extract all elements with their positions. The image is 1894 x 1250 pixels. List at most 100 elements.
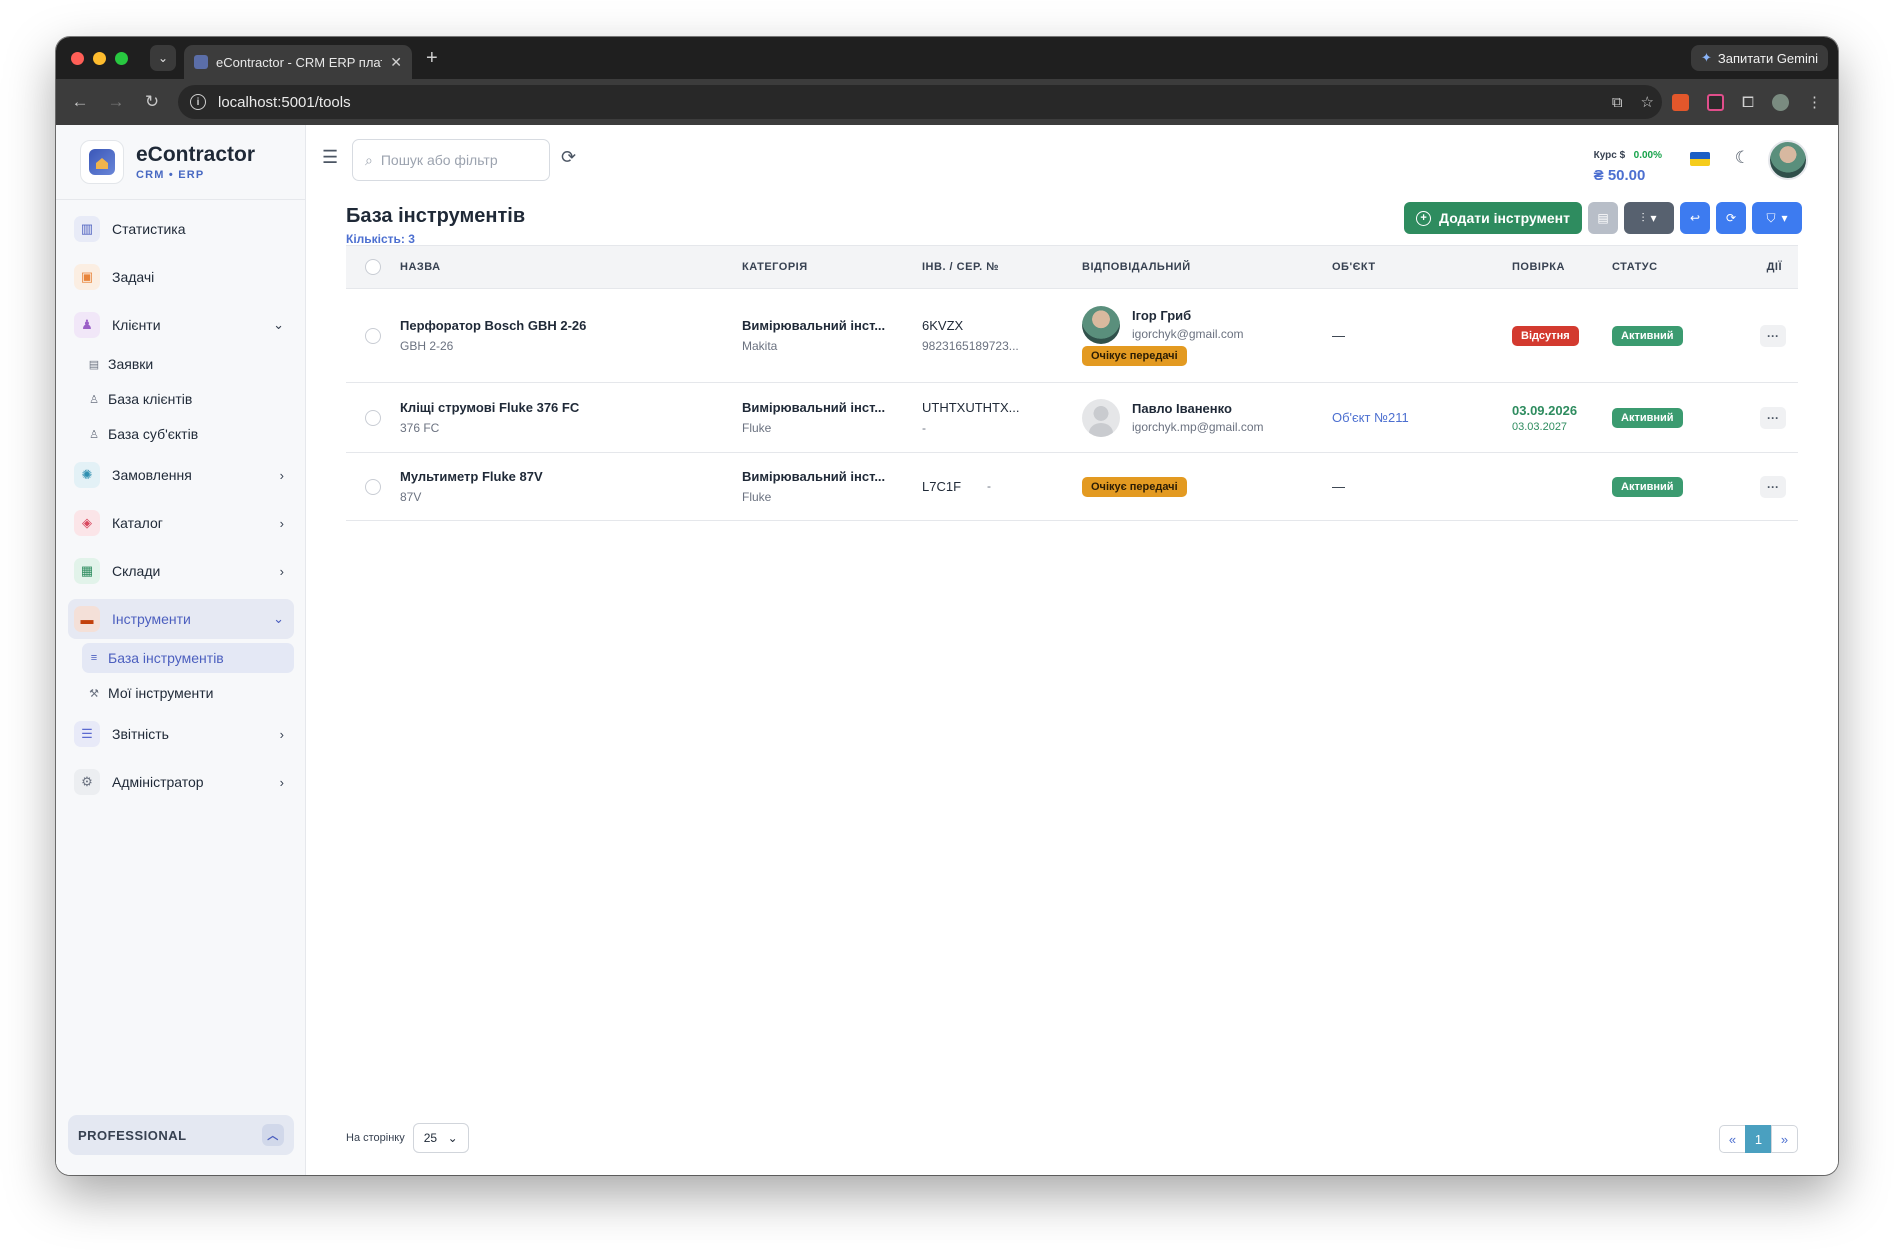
sidebar-item-reports[interactable]: ☰ Звітність › bbox=[68, 714, 294, 754]
sidebar-item-warehouses[interactable]: ▦ Склади › bbox=[68, 551, 294, 591]
maximize-window-button[interactable] bbox=[115, 51, 128, 65]
warehouse-icon: ▦ bbox=[74, 558, 100, 584]
refresh-icon: ⟳ bbox=[1725, 211, 1737, 225]
new-tab-button[interactable]: + bbox=[426, 47, 438, 70]
row-checkbox[interactable] bbox=[365, 327, 381, 344]
plan-card[interactable]: PROFESSIONAL ︿ bbox=[68, 1115, 294, 1155]
profile-icon[interactable] bbox=[1772, 93, 1789, 111]
column-header-name[interactable]: НАЗВА bbox=[400, 261, 742, 273]
report-icon: ☰ bbox=[74, 721, 100, 747]
minimize-window-button[interactable] bbox=[93, 51, 106, 65]
tab-search-button[interactable]: ⌄ bbox=[150, 45, 176, 71]
browser-menu-icon[interactable]: ⋮ bbox=[1807, 93, 1822, 111]
column-header-responsible[interactable]: ВІДПОВІДАЛЬНИЙ bbox=[1082, 261, 1332, 273]
sidebar-item-label: Статистика bbox=[112, 221, 186, 237]
column-header-verification[interactable]: ПОВІРКА bbox=[1512, 261, 1612, 273]
select-all-checkbox[interactable] bbox=[365, 259, 381, 275]
sidebar-subitem-requests[interactable]: ▤ Заявки bbox=[68, 349, 294, 379]
sidebar-subitem-my-tools[interactable]: ⚒ Мої інструменти bbox=[68, 678, 294, 708]
sidebar-item-catalog[interactable]: ◈ Каталог › bbox=[68, 503, 294, 543]
row-checkbox[interactable] bbox=[365, 478, 381, 495]
sliders-icon: ⫶ bbox=[1641, 210, 1645, 225]
row-actions-button[interactable]: ··· bbox=[1760, 324, 1786, 347]
inventory-number: L7C1F bbox=[922, 479, 962, 494]
sidebar-item-orders[interactable]: ✺ Замовлення › bbox=[68, 455, 294, 495]
extension-red-icon[interactable] bbox=[1671, 93, 1689, 111]
sidebar-subitem-client-base[interactable]: ♙ База клієнтів bbox=[68, 384, 294, 414]
filter-button[interactable]: ⛉ ▾ bbox=[1752, 202, 1802, 234]
requests-icon: ▤ bbox=[88, 358, 100, 371]
column-header-status[interactable]: СТАТУС bbox=[1612, 261, 1742, 273]
hamburger-menu-icon[interactable]: ☰ bbox=[322, 147, 338, 168]
figma-icon[interactable] bbox=[1706, 93, 1724, 111]
row-checkbox[interactable] bbox=[365, 409, 381, 426]
tools-submenu: ≡ База інструментів ⚒ Мої інструменти bbox=[68, 643, 294, 708]
search-input[interactable] bbox=[380, 152, 521, 168]
sidebar-item-statistics[interactable]: ▥ Статистика bbox=[68, 209, 294, 249]
install-app-icon[interactable]: ⧉ bbox=[1612, 94, 1623, 111]
sidebar-item-admin[interactable]: ⚙ Адміністратор › bbox=[68, 762, 294, 802]
gemini-button[interactable]: ✦ Запитати Gemini bbox=[1690, 45, 1828, 71]
toolbox-icon: ▬ bbox=[74, 606, 100, 632]
rate-change: 0.00% bbox=[1633, 150, 1662, 161]
table-row[interactable]: Перфоратор Bosch GBH 2-26 GBH 2-26 Вимір… bbox=[346, 289, 1798, 383]
bookmark-star-icon[interactable]: ☆ bbox=[1641, 93, 1654, 111]
refresh-icon[interactable]: ⟳ bbox=[561, 147, 576, 168]
sidebar-item-tasks[interactable]: ▣ Задачі bbox=[68, 257, 294, 297]
sidebar-subitem-subjects[interactable]: ♙ База суб'єктів bbox=[68, 419, 294, 449]
refresh-table-button[interactable]: ⟳ bbox=[1716, 202, 1746, 234]
chevron-right-icon: › bbox=[279, 467, 284, 483]
brand[interactable]: eContractor CRM • ERP bbox=[80, 140, 255, 184]
object-value: — bbox=[1332, 328, 1345, 343]
prev-page-button[interactable]: « bbox=[1719, 1125, 1746, 1153]
column-header-category[interactable]: КАТЕГОРІЯ bbox=[742, 261, 922, 273]
column-header-inventory[interactable]: ІНВ. / СЕР. № bbox=[922, 261, 1082, 273]
sidebar-subitem-label: База клієнтів bbox=[108, 391, 193, 407]
tab-close-icon[interactable]: ✕ bbox=[390, 54, 402, 71]
forward-arrow-icon[interactable]: → bbox=[98, 92, 134, 112]
row-actions-button[interactable]: ··· bbox=[1760, 475, 1786, 498]
add-tool-button[interactable]: + Додати інструмент bbox=[1404, 202, 1582, 234]
per-page-select[interactable]: 25 ⌄ bbox=[412, 1123, 469, 1153]
chevron-up-icon[interactable]: ︿ bbox=[262, 1124, 284, 1146]
browser-window: ⌄ eContractor - CRM ERP плат ✕ + ✦ Запит… bbox=[56, 37, 1838, 1175]
column-header-object[interactable]: ОБ'ЄКТ bbox=[1332, 261, 1512, 273]
tool-category: Вимірювальний інст... bbox=[742, 469, 886, 484]
sidebar-item-tools[interactable]: ▬ Інструменти ⌄ bbox=[68, 599, 294, 639]
sidebar-item-clients[interactable]: ♟ Клієнти ⌄ bbox=[68, 305, 294, 345]
undo-button[interactable]: ↩ bbox=[1680, 202, 1710, 234]
table-header: НАЗВА КАТЕГОРІЯ ІНВ. / СЕР. № ВІДПОВІДАЛ… bbox=[346, 245, 1798, 289]
tool-name[interactable]: Мультиметр Fluke 87V bbox=[400, 469, 742, 484]
sidebar-subitem-label: Заявки bbox=[108, 356, 154, 372]
tool-name[interactable]: Кліщі струмові Fluke 376 FC bbox=[400, 400, 742, 415]
page-button[interactable]: 1 bbox=[1745, 1125, 1772, 1153]
user-avatar[interactable] bbox=[1768, 140, 1808, 180]
ukraine-flag-icon[interactable] bbox=[1690, 152, 1710, 166]
row-actions-button[interactable]: ··· bbox=[1760, 406, 1786, 429]
url-field[interactable]: i localhost:5001/tools ⧉ ☆ bbox=[178, 85, 1662, 119]
chevron-right-icon: › bbox=[279, 563, 284, 579]
search-box[interactable]: ⌕ bbox=[352, 139, 550, 181]
browser-tab[interactable]: eContractor - CRM ERP плат ✕ bbox=[184, 45, 412, 79]
tool-model: GBH 2-26 bbox=[400, 339, 454, 353]
dark-mode-moon-icon[interactable]: ☾ bbox=[1735, 148, 1750, 168]
users-icon: ♟ bbox=[74, 312, 100, 338]
document-icon: ▤ bbox=[1597, 211, 1609, 225]
export-button[interactable]: ▤ bbox=[1588, 202, 1618, 234]
object-link[interactable]: Об'єкт №211 bbox=[1332, 410, 1409, 425]
tool-name[interactable]: Перфоратор Bosch GBH 2-26 bbox=[400, 318, 742, 333]
sidebar-subitem-tool-base[interactable]: ≡ База інструментів bbox=[82, 643, 294, 673]
next-page-button[interactable]: » bbox=[1771, 1125, 1798, 1153]
back-arrow-icon[interactable]: ← bbox=[62, 92, 98, 112]
extensions-puzzle-icon[interactable]: ⧠ bbox=[1742, 94, 1754, 111]
users-icon: ♙ bbox=[89, 393, 99, 406]
sparkle-icon: ✦ bbox=[1700, 50, 1712, 65]
reload-icon[interactable]: ↻ bbox=[134, 92, 170, 112]
columns-settings-button[interactable]: ⫶ ▾ bbox=[1624, 202, 1674, 234]
responsible-avatar bbox=[1082, 305, 1120, 344]
sidebar-subitem-label: База інструментів bbox=[108, 650, 224, 666]
close-window-button[interactable] bbox=[71, 51, 84, 65]
site-info-icon[interactable]: i bbox=[190, 94, 206, 110]
table-row[interactable]: Мультиметр Fluke 87V 87V Вимірювальний і… bbox=[346, 453, 1798, 521]
table-row[interactable]: Кліщі струмові Fluke 376 FC 376 FC Вимір… bbox=[346, 383, 1798, 453]
